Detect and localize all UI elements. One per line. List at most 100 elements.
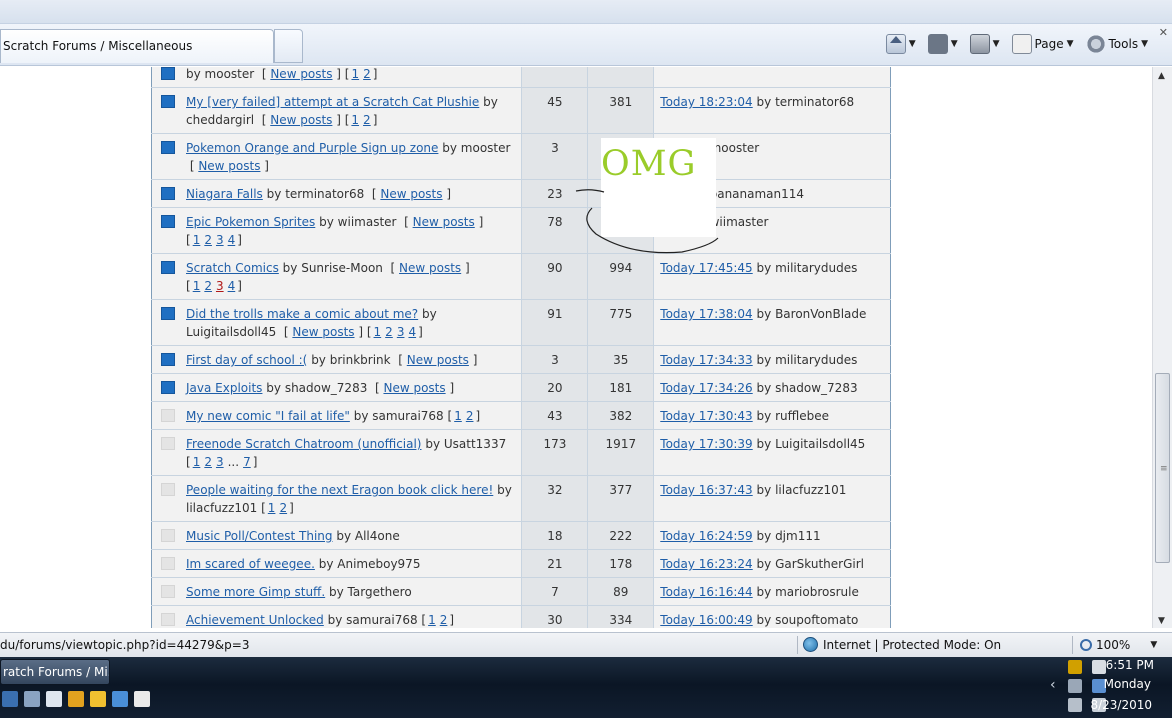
new-posts-link[interactable]: New posts [270, 113, 332, 127]
window-switch-icon[interactable] [24, 691, 40, 707]
page-link[interactable]: 2 [204, 455, 212, 469]
new-posts-link[interactable]: New posts [383, 381, 445, 395]
page-link[interactable]: 1 [193, 279, 201, 293]
topic-author: by Sunrise-Moon [282, 261, 383, 275]
page-link[interactable]: 2 [363, 113, 371, 127]
page-menu[interactable]: Page ▼ [1008, 34, 1078, 54]
topic-title-link[interactable]: First day of school :( [186, 353, 307, 367]
new-posts-link[interactable]: New posts [399, 261, 461, 275]
home-button[interactable]: ▼ [882, 34, 920, 54]
page-link[interactable]: 4 [408, 325, 416, 339]
topic-title-link[interactable]: Pokemon Orange and Purple Sign up zone [186, 141, 438, 155]
page-link[interactable]: 1 [193, 455, 201, 469]
chevron-down-icon: ▼ [1066, 39, 1074, 49]
new-posts-link[interactable]: New posts [380, 187, 442, 201]
page-link[interactable]: 2 [363, 67, 371, 81]
firefox-icon[interactable] [90, 691, 106, 707]
topic-title-link[interactable]: Did the trolls make a comic about me? [186, 307, 418, 321]
music-icon[interactable] [134, 691, 150, 707]
scroll-down-icon[interactable]: ▼ [1158, 616, 1165, 626]
tools-menu[interactable]: Tools ▼ [1082, 34, 1152, 54]
taskbar-window-button[interactable]: ratch Forums / Mi... [0, 659, 110, 685]
browser-tab[interactable]: Scratch Forums / Miscellaneous [0, 29, 274, 63]
page-link[interactable]: 1 [193, 233, 201, 247]
new-posts-link[interactable]: New posts [413, 215, 475, 229]
last-post-link[interactable]: Today 17:45:45 [660, 261, 752, 275]
last-post-link[interactable]: Today 17:38:04 [660, 307, 752, 321]
page-link[interactable]: 1 [454, 409, 462, 423]
monitor-icon[interactable] [1068, 679, 1082, 693]
page-link[interactable]: 1 [268, 501, 276, 515]
views-count: 35 [587, 345, 654, 374]
page-link[interactable]: 2 [466, 409, 474, 423]
topic-title-link[interactable]: Scratch Comics [186, 261, 279, 275]
show-hidden-icons-icon[interactable]: ‹ [1050, 677, 1056, 693]
topic-title-link[interactable]: People waiting for the next Eragon book … [186, 483, 493, 497]
last-post-link[interactable]: Today 17:34:33 [660, 353, 752, 367]
new-posts-link[interactable]: New posts [407, 353, 469, 367]
last-post-link[interactable]: Today 16:16:44 [660, 585, 752, 599]
ie-icon[interactable] [112, 691, 128, 707]
usb-icon[interactable] [1092, 660, 1106, 674]
scrollbar-thumb[interactable]: ≡ [1155, 373, 1170, 563]
last-post-link[interactable]: Today 17:34:26 [660, 381, 752, 395]
page-link[interactable]: 2 [204, 279, 212, 293]
last-post-link[interactable]: Today 16:00:49 [660, 613, 752, 627]
vertical-scrollbar[interactable]: ▲ ≡ ▼ [1152, 67, 1172, 628]
page-link[interactable]: 2 [279, 501, 287, 515]
new-tab-button[interactable] [274, 29, 303, 63]
page-link[interactable]: 1 [428, 613, 436, 627]
last-post-link[interactable]: Today 18:23:04 [660, 95, 752, 109]
clock-time[interactable]: 6:51 PM [1106, 658, 1154, 672]
replies-count: 45 [521, 87, 588, 134]
topic-title-link[interactable]: Music Poll/Contest Thing [186, 529, 333, 543]
topic-title-link[interactable]: Java Exploits [186, 381, 262, 395]
document-icon[interactable] [46, 691, 62, 707]
page-link[interactable]: 7 [243, 455, 251, 469]
last-post-link[interactable]: Today 17:30:39 [660, 437, 752, 451]
page-link[interactable]: 1 [374, 325, 382, 339]
page-link[interactable]: 1 [351, 67, 359, 81]
views-count: 994 [587, 253, 654, 300]
page-link[interactable]: 2 [385, 325, 393, 339]
page-link[interactable]: 1 [351, 113, 359, 127]
topic-cell: Pokemon Orange and Purple Sign up zone b… [151, 133, 522, 180]
topic-title-link[interactable]: Some more Gimp stuff. [186, 585, 325, 599]
topic-title-link[interactable]: Freenode Scratch Chatroom (unofficial) [186, 437, 422, 451]
last-post-link[interactable]: Today 16:24:59 [660, 529, 752, 543]
topic-author: by mooster [186, 67, 255, 81]
print-button[interactable]: ▼ [966, 34, 1004, 54]
network-icon[interactable] [1068, 660, 1082, 674]
last-post-link[interactable]: Today 16:37:43 [660, 483, 752, 497]
new-posts-link[interactable]: New posts [292, 325, 354, 339]
new-posts-link[interactable]: New posts [198, 159, 260, 173]
page-link[interactable]: 4 [228, 279, 236, 293]
page-link[interactable]: 2 [204, 233, 212, 247]
new-posts-link[interactable]: New posts [270, 67, 332, 81]
read-topic-icon [161, 483, 175, 496]
desktop-icon[interactable] [2, 691, 18, 707]
topic-title-link[interactable]: Im scared of weegee. [186, 557, 315, 571]
page-link[interactable]: 3 [397, 325, 405, 339]
last-post-author: mariobrosrule [775, 585, 859, 599]
topic-title-link[interactable]: Achievement Unlocked [186, 613, 324, 627]
page-link[interactable]: 3 [216, 233, 224, 247]
topic-title-link[interactable]: Epic Pokemon Sprites [186, 215, 315, 229]
topic-title-link[interactable]: Niagara Falls [186, 187, 263, 201]
topic-title-link[interactable]: My [very failed] attempt at a Scratch Ca… [186, 95, 479, 109]
topic-title-link[interactable]: My new comic "I fail at life" [186, 409, 350, 423]
page-link[interactable]: 2 [440, 613, 448, 627]
unread-topic-icon [161, 381, 175, 394]
scroll-up-icon[interactable]: ▲ [1158, 71, 1165, 81]
media-icon[interactable] [68, 691, 84, 707]
page-link[interactable]: 3 [216, 455, 224, 469]
flag-icon[interactable] [1068, 698, 1082, 712]
page-link[interactable]: 3 [216, 279, 224, 293]
topic-row: Did the trolls make a comic about me? by… [151, 299, 891, 346]
feeds-button[interactable]: ▼ [924, 34, 962, 54]
page-link[interactable]: 4 [228, 233, 236, 247]
zoom-control[interactable]: 100% ▼ [1080, 638, 1157, 652]
last-post-link[interactable]: Today 17:30:43 [660, 409, 752, 423]
security-zone[interactable]: Internet | Protected Mode: On [803, 637, 1001, 652]
last-post-link[interactable]: Today 16:23:24 [660, 557, 752, 571]
